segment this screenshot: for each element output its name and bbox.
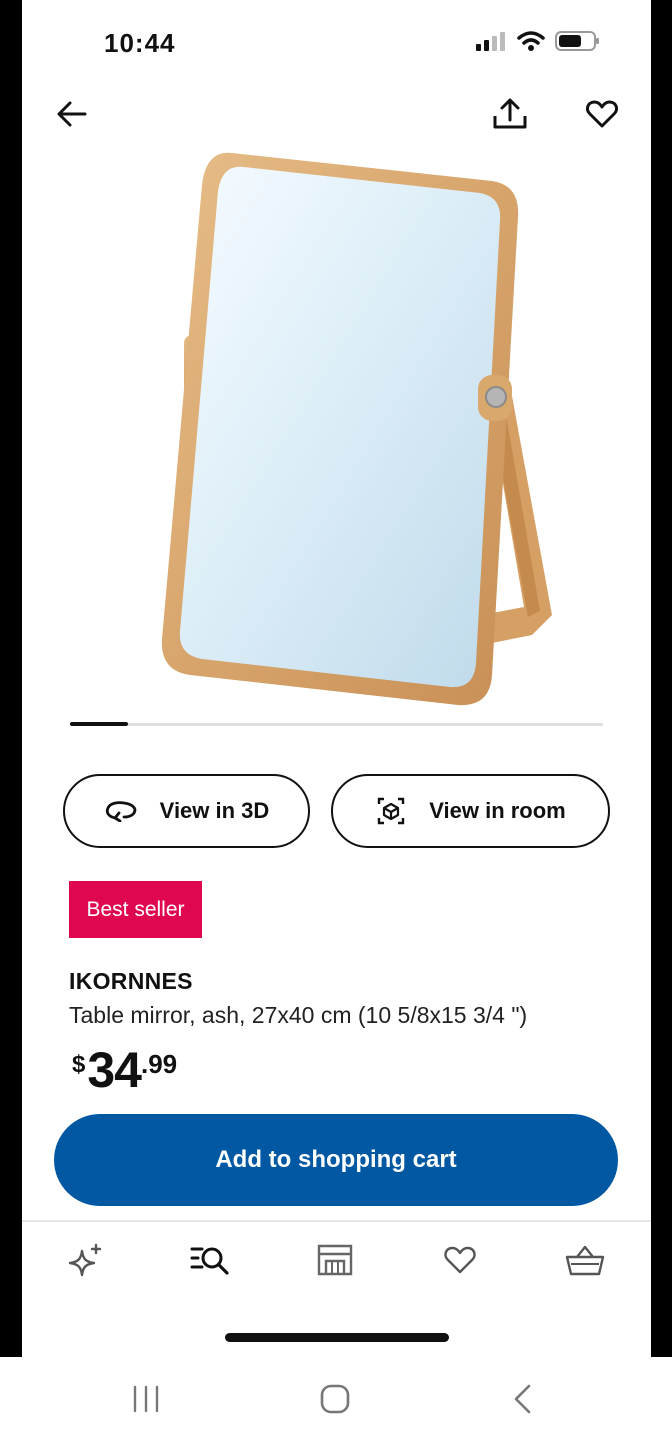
tab-cart[interactable]: [565, 1240, 605, 1280]
ar-cube-icon: [378, 797, 405, 825]
battery-icon: [555, 31, 599, 51]
product-image[interactable]: [132, 145, 552, 715]
carousel-progress-track: [70, 723, 603, 726]
tab-search[interactable]: [190, 1240, 230, 1280]
home-indicator[interactable]: [225, 1333, 449, 1342]
favorite-button[interactable]: [580, 92, 624, 136]
add-to-cart-button[interactable]: Add to shopping cart: [54, 1114, 618, 1206]
product-name: IKORNNES: [69, 968, 193, 994]
product-description: Table mirror, ash, 27x40 cm (10 5/8x15 3…: [69, 1002, 528, 1028]
tab-stores[interactable]: [315, 1240, 355, 1280]
search-list-icon: [190, 1247, 229, 1275]
tabbar-divider: [22, 1220, 651, 1222]
signal-icon: [476, 32, 505, 51]
price-decimal: .99: [140, 1049, 178, 1079]
rotate-3d-icon: [105, 801, 136, 822]
heart-icon: [444, 1246, 476, 1274]
view-in-room-label: View in room: [429, 798, 566, 823]
best-seller-badge: Best seller: [69, 881, 202, 938]
wifi-icon: [517, 31, 545, 51]
view-in-3d-button[interactable]: View in 3D: [63, 774, 310, 848]
share-icon: [493, 98, 527, 129]
back-button[interactable]: [50, 92, 94, 136]
tab-inspiration[interactable]: [66, 1240, 106, 1280]
status-icons: [475, 30, 601, 52]
app-screen: 10:44 View in 3D View in room Best selle…: [22, 0, 651, 1357]
price-currency: $: [72, 1051, 86, 1078]
home-icon: [320, 1384, 350, 1414]
price-integer: 34: [87, 1042, 142, 1098]
status-time: 10:44: [104, 28, 176, 58]
share-button[interactable]: [488, 92, 532, 136]
system-navigation-bar: [0, 1357, 672, 1440]
tab-favorites[interactable]: [440, 1240, 480, 1280]
view-in-room-button[interactable]: View in room: [331, 774, 610, 848]
store-icon: [317, 1244, 353, 1276]
heart-icon: [586, 100, 618, 128]
recent-apps-icon: [133, 1385, 159, 1413]
recent-apps-button[interactable]: [126, 1379, 166, 1419]
arrow-left-icon: [57, 101, 87, 127]
system-back-button[interactable]: [503, 1379, 543, 1419]
sparkle-icon: [68, 1243, 102, 1277]
carousel-progress-indicator: [70, 722, 128, 726]
view-in-3d-label: View in 3D: [159, 798, 270, 823]
basket-icon: [565, 1245, 605, 1276]
home-button[interactable]: [315, 1379, 355, 1419]
chevron-left-icon: [514, 1384, 531, 1414]
product-price: $ 34 .99: [72, 1043, 177, 1097]
